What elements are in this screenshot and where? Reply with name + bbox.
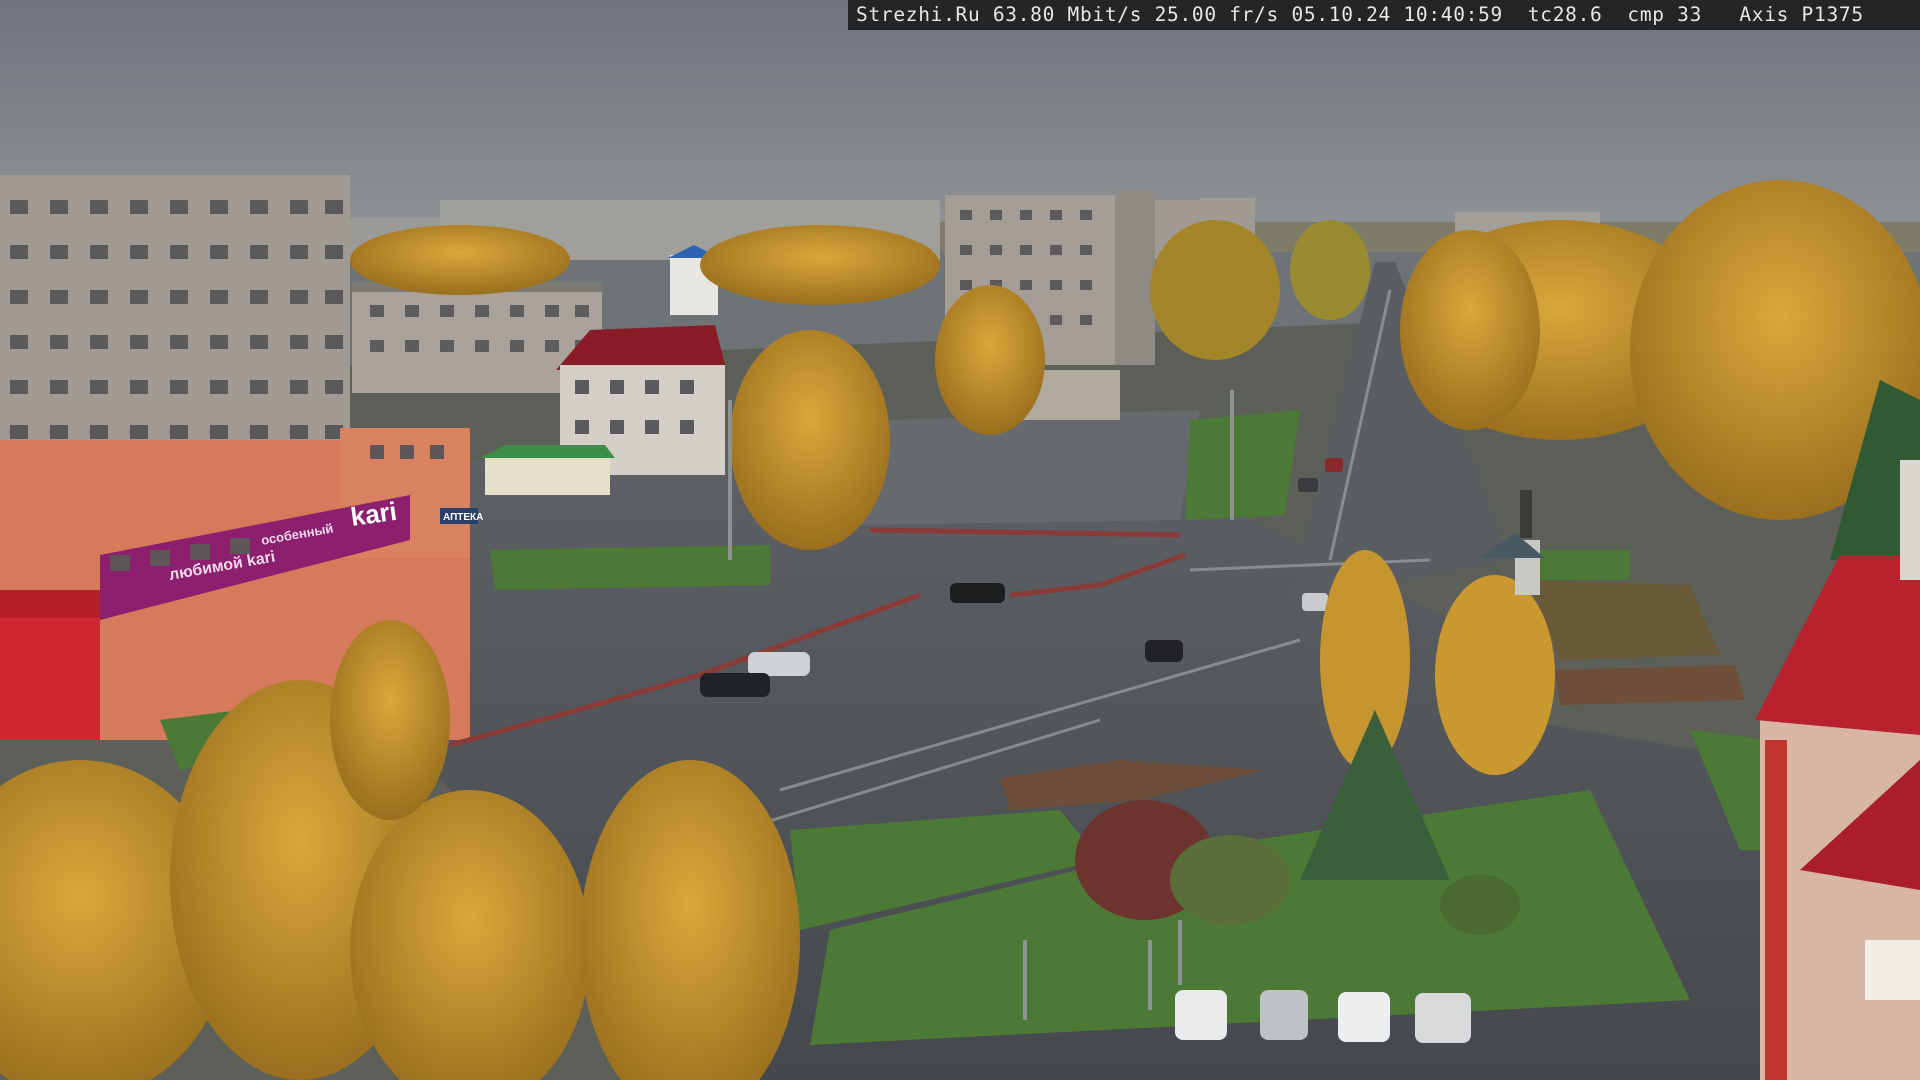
store-brand-sign: kari <box>349 496 399 532</box>
osd-cmp: cmp 33 <box>1627 3 1703 26</box>
webcam-scene: kari любимой kari особенный АПТЕКА <box>0 0 1920 1080</box>
osd-site: Strezhi.Ru <box>856 3 981 26</box>
camera-osd-overlay: Strezhi.Ru 63.80 Mbit/s 25.00 fr/s 05.10… <box>848 0 1920 30</box>
osd-date: 05.10.24 <box>1291 3 1391 26</box>
osd-tc: tc28.6 <box>1527 3 1603 26</box>
osd-time: 10:40:59 <box>1403 3 1503 26</box>
camera-frame: kari любимой kari особенный АПТЕКА Strez… <box>0 0 1920 1080</box>
osd-camera-model: Axis P1375 <box>1739 3 1864 26</box>
osd-framerate: 25.00 fr/s <box>1154 3 1279 26</box>
pharmacy-sign: АПТЕКА <box>443 512 483 523</box>
osd-bitrate: 63.80 Mbit/s <box>992 3 1143 26</box>
kiosk <box>480 445 615 495</box>
red-roof-building <box>556 245 725 475</box>
upper-plaza <box>860 410 1200 525</box>
